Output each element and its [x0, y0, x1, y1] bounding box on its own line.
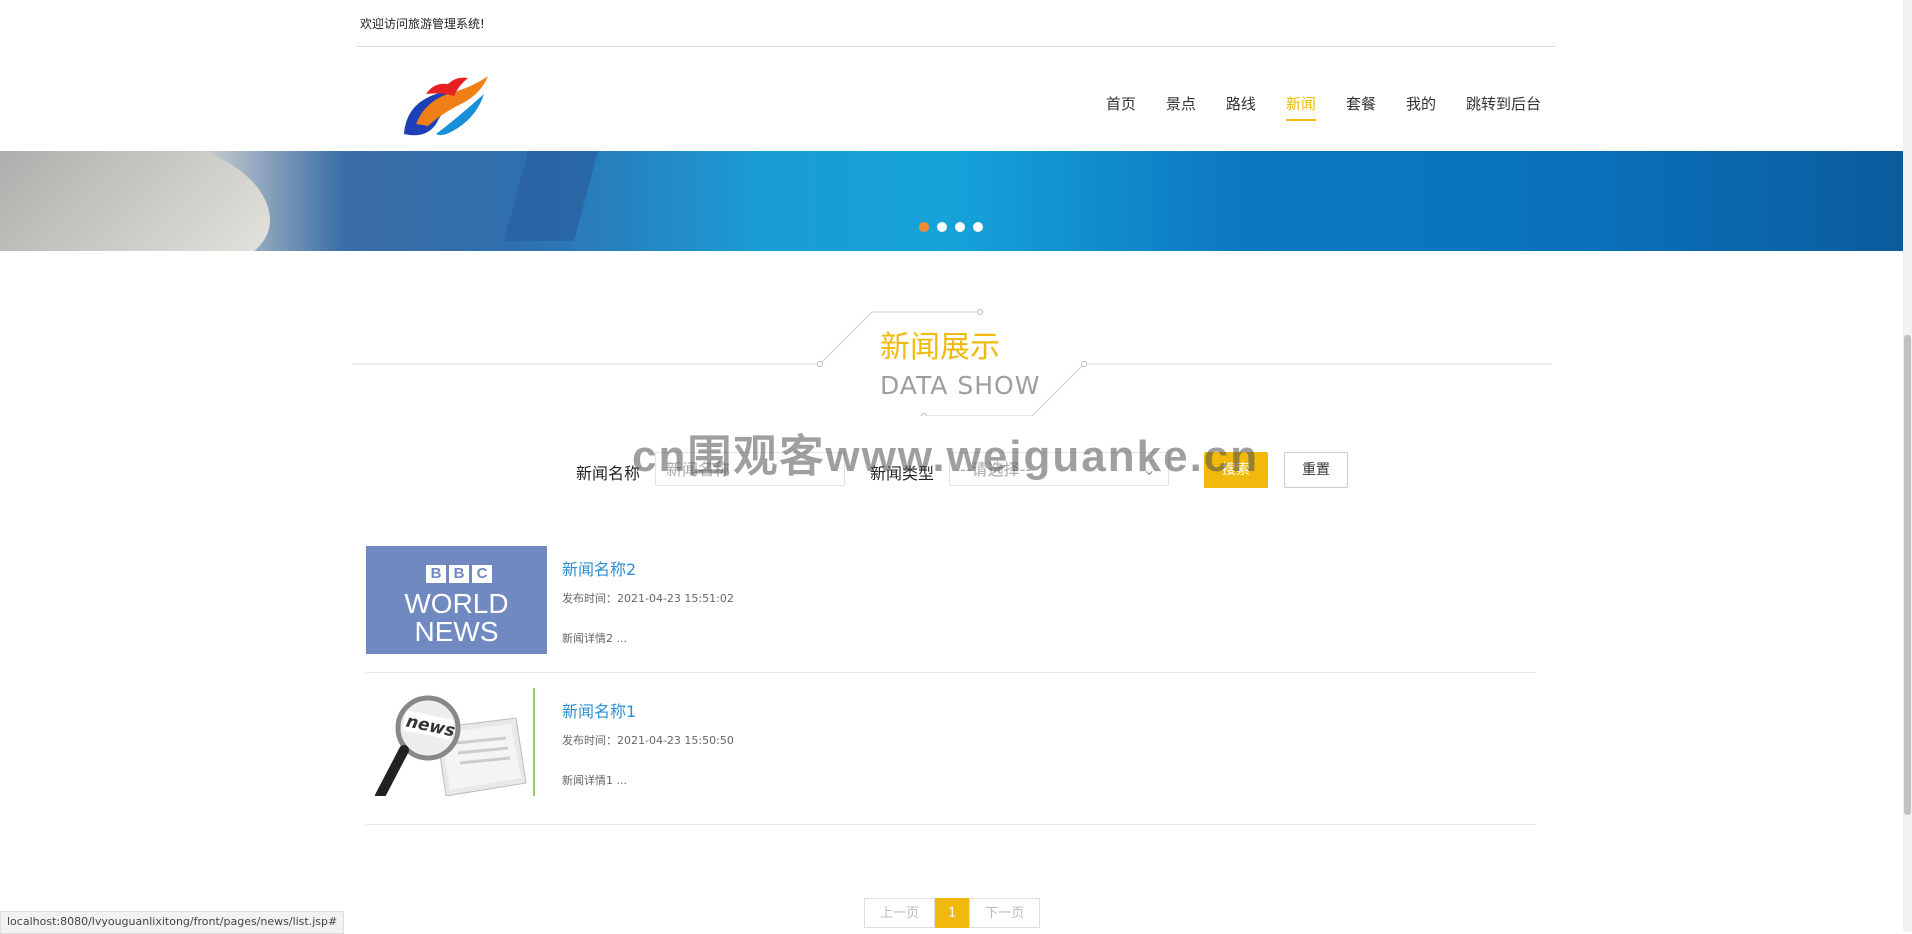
main-nav: 首页 景点 路线 新闻 套餐 我的 跳转到后台 [1091, 92, 1556, 126]
news-desc: 新闻详情2 ... [562, 632, 627, 645]
nav-admin[interactable]: 跳转到后台 [1451, 92, 1556, 126]
list-item: news 新闻名称1 发布时间：2021-04-23 15:50:50 新闻详情… [366, 688, 1536, 825]
nav-routes[interactable]: 路线 [1211, 92, 1271, 126]
welcome-text: 欢迎访问旅游管理系统! [360, 17, 485, 31]
carousel-dot[interactable] [937, 222, 947, 232]
banner-decoration [0, 151, 270, 251]
news-time: 发布时间：2021-04-23 15:50:50 [562, 734, 734, 747]
list-item: B B C WORLD NEWS 新闻名称2 发布时间：2021-04-23 1… [366, 546, 1536, 673]
page-1-button[interactable]: 1 [935, 898, 970, 928]
news-title[interactable]: 新闻名称2 [562, 556, 636, 580]
next-page-button[interactable]: 下一页 [969, 898, 1041, 928]
news-list: B B C WORLD NEWS 新闻名称2 发布时间：2021-04-23 1… [366, 546, 1536, 840]
news-name-label: 新闻名称 [576, 464, 641, 483]
news-time: 发布时间：2021-04-23 15:51:02 [562, 592, 734, 605]
pagination: 上一页 1 下一页 [864, 898, 1041, 928]
carousel-dot[interactable] [955, 222, 965, 232]
section-title: 新闻展示 [880, 330, 1000, 365]
banner-decoration [503, 151, 607, 241]
section-subtitle: DATA SHOW [880, 371, 1041, 400]
nav-home[interactable]: 首页 [1091, 92, 1151, 126]
nav-mine[interactable]: 我的 [1391, 92, 1451, 126]
prev-page-button[interactable]: 上一页 [864, 898, 936, 928]
status-bar-url: localhost:8080/lvyouguanlixitong/front/p… [0, 911, 345, 934]
site-logo[interactable] [396, 64, 496, 146]
top-bar: 欢迎访问旅游管理系统! [356, 0, 1556, 47]
nav-attractions[interactable]: 景点 [1151, 92, 1211, 126]
scrollbar-thumb[interactable] [1904, 335, 1911, 815]
news-thumbnail[interactable]: news [366, 688, 547, 796]
news-desc: 新闻详情1 ... [562, 774, 627, 787]
news-title[interactable]: 新闻名称1 [562, 698, 636, 722]
carousel-dots [919, 222, 983, 232]
bbc-logo: B B C [426, 565, 492, 583]
nav-news[interactable]: 新闻 [1271, 92, 1331, 126]
carousel-dot[interactable] [973, 222, 983, 232]
watermark: cn围观客www.weiguanke.cn [632, 432, 1260, 481]
site-header: 首页 景点 路线 新闻 套餐 我的 跳转到后台 [356, 46, 1556, 151]
news-thumbnail[interactable]: B B C WORLD NEWS [366, 546, 547, 654]
scrollbar[interactable] [1903, 0, 1912, 932]
banner-carousel[interactable] [0, 151, 1905, 251]
nav-packages[interactable]: 套餐 [1331, 92, 1391, 126]
carousel-dot[interactable] [919, 222, 929, 232]
reset-button[interactable]: 重置 [1284, 452, 1348, 488]
